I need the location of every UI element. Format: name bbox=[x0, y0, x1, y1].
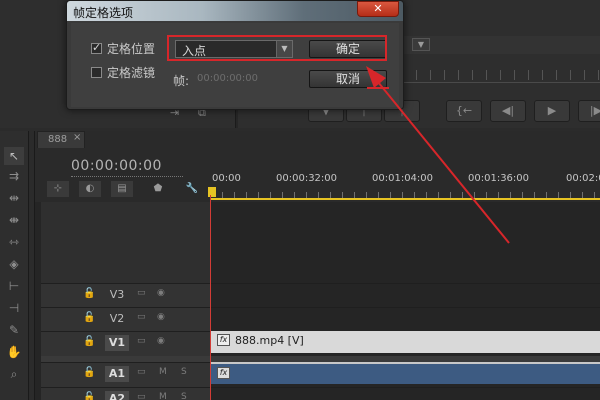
lock-icon[interactable]: 🔓 bbox=[83, 336, 95, 347]
track-row-a2: 🔓 A2 ▭ M S bbox=[41, 387, 600, 400]
solo-button[interactable]: S bbox=[181, 367, 187, 377]
track-name[interactable]: A2 bbox=[105, 391, 129, 400]
work-area-bar[interactable] bbox=[210, 198, 600, 200]
mute-button[interactable]: M bbox=[159, 392, 167, 400]
track-name[interactable]: V1 bbox=[105, 335, 129, 351]
frame-label: 帧: bbox=[173, 74, 190, 88]
nest-icon[interactable]: ⊹ bbox=[47, 181, 69, 197]
time-ruler[interactable]: 00:00 00:00:32:00 00:01:04:00 00:01:36:0… bbox=[210, 170, 600, 202]
audio-clip[interactable]: fx bbox=[211, 362, 600, 384]
sequence-tab-label: 888 bbox=[48, 134, 68, 145]
frame-value[interactable]: 00:00:00:00 bbox=[197, 73, 258, 84]
track-header-a2: 🔓 A2 ▭ M S bbox=[41, 388, 210, 400]
track-header-v1: 🔓 V1 ▭ ◉ bbox=[41, 332, 210, 356]
pen-tool-icon[interactable]: ✎ bbox=[4, 321, 24, 339]
dialog-titlebar[interactable]: 帧定格选项 ✕ bbox=[67, 1, 403, 21]
ruler-label: 00:00:32:00 bbox=[276, 173, 338, 184]
sync-lock-icon[interactable]: ▭ bbox=[137, 312, 146, 322]
playhead-timecode[interactable]: 00:00:00:00 bbox=[71, 158, 162, 174]
play-button[interactable]: ▶ bbox=[534, 100, 570, 122]
sync-lock-icon[interactable]: ▭ bbox=[137, 288, 146, 298]
annotation-highlight-button bbox=[367, 67, 389, 89]
lock-icon[interactable]: 🔓 bbox=[83, 288, 95, 299]
premiere-workspace: ⇥ ⧉ ▼ ▼ ⏐ ⏐ {← ◀| ▶ |▶ ↖ ⇉ ⇹ ⇼ ⇿ ◈ ⊢ ⊣ ✎… bbox=[0, 0, 600, 400]
fx-badge-icon: fx bbox=[217, 367, 230, 379]
fx-badge-icon: fx bbox=[217, 334, 230, 346]
dialog-body: ✓ 定格位置 定格滤镜 入点 ▼ 帧: 00:00:00:00 确定 取消 bbox=[71, 23, 399, 107]
sequence-tab-close-icon[interactable]: × bbox=[73, 132, 81, 143]
hold-position-checkbox[interactable]: ✓ bbox=[91, 41, 102, 54]
annotation-highlight-box bbox=[167, 35, 387, 61]
rolling-edit-tool-icon[interactable]: ⇼ bbox=[4, 211, 24, 229]
lock-icon[interactable]: 🔓 bbox=[83, 367, 95, 378]
hold-position-label[interactable]: 定格位置 bbox=[107, 40, 155, 57]
frame-hold-options-dialog: 帧定格选项 ✕ ✓ 定格位置 定格滤镜 入点 ▼ 帧: 00:00:00:00 … bbox=[66, 0, 404, 110]
zoom-tool-icon[interactable]: ⌕ bbox=[4, 365, 24, 383]
sync-lock-icon[interactable]: ▭ bbox=[137, 367, 146, 377]
hold-filters-checkbox[interactable] bbox=[91, 67, 102, 78]
eye-icon[interactable]: ◉ bbox=[157, 336, 165, 346]
track-select-tool-icon[interactable]: ⇉ bbox=[4, 167, 24, 185]
eye-icon[interactable]: ◉ bbox=[157, 312, 165, 322]
close-button[interactable]: ✕ bbox=[357, 1, 399, 17]
hold-filters-label[interactable]: 定格滤镜 bbox=[107, 64, 155, 81]
linked-selection-icon[interactable]: ▤ bbox=[111, 181, 133, 197]
ruler-label: 00:02:0 bbox=[566, 173, 600, 184]
timeline-panel: 888 × 00:00:00:00 ⊹ ◐ ▤ ⬟ 🔧 00:00 00:00:… bbox=[34, 131, 600, 400]
rate-stretch-tool-icon[interactable]: ⇿ bbox=[4, 233, 24, 251]
solo-button[interactable]: S bbox=[181, 392, 187, 400]
tools-panel: ↖ ⇉ ⇹ ⇼ ⇿ ◈ ⊢ ⊣ ✎ ✋ ⌕ bbox=[0, 131, 29, 400]
playhead-line[interactable] bbox=[210, 195, 211, 400]
track-name[interactable]: A1 bbox=[105, 366, 129, 382]
step-back-button[interactable]: ◀| bbox=[490, 100, 526, 122]
sync-lock-icon[interactable]: ▭ bbox=[137, 336, 146, 346]
ripple-edit-tool-icon[interactable]: ⇹ bbox=[4, 189, 24, 207]
clip-label: 888.mp4 [V] bbox=[235, 334, 304, 347]
step-forward-button[interactable]: |▶ bbox=[578, 100, 600, 122]
track-row-v2: 🔓 V2 ▭ ◉ bbox=[41, 307, 600, 332]
program-monitor-ruler[interactable] bbox=[402, 70, 600, 80]
hand-tool-icon[interactable]: ✋ bbox=[4, 343, 24, 361]
mute-button[interactable]: M bbox=[159, 367, 167, 377]
track-row-v3: 🔓 V3 ▭ ◉ bbox=[41, 283, 600, 308]
sync-lock-icon[interactable]: ▭ bbox=[137, 392, 146, 400]
program-monitor-ruler-line bbox=[402, 82, 600, 83]
resolution-dropdown-icon[interactable]: ▼ bbox=[412, 38, 430, 51]
eye-icon[interactable]: ◉ bbox=[157, 288, 165, 298]
slip-tool-icon[interactable]: ⊢ bbox=[4, 277, 24, 295]
timeline-toolbar: ⊹ ◐ ▤ ⬟ 🔧 bbox=[43, 181, 209, 199]
timecode-underline bbox=[71, 176, 183, 177]
go-to-in-button[interactable]: {← bbox=[446, 100, 482, 122]
add-marker-icon[interactable]: ⬟ bbox=[147, 181, 169, 197]
track-name[interactable]: V2 bbox=[105, 311, 129, 327]
lock-icon[interactable]: 🔓 bbox=[83, 312, 95, 323]
ruler-label: 00:00 bbox=[212, 173, 241, 184]
track-header-a1: 🔓 A1 ▭ M S bbox=[41, 363, 210, 387]
track-header-v3: 🔓 V3 ▭ ◉ bbox=[41, 284, 210, 308]
lock-icon[interactable]: 🔓 bbox=[83, 392, 95, 400]
selection-tool-icon[interactable]: ↖ bbox=[4, 147, 24, 165]
checkmark-icon: ✓ bbox=[92, 41, 102, 54]
program-monitor-strip bbox=[402, 36, 600, 54]
ruler-label: 00:01:36:00 bbox=[468, 173, 530, 184]
wrench-icon[interactable]: 🔧 bbox=[181, 181, 203, 197]
ruler-label: 00:01:04:00 bbox=[372, 173, 434, 184]
slide-tool-icon[interactable]: ⊣ bbox=[4, 299, 24, 317]
razor-tool-icon[interactable]: ◈ bbox=[4, 255, 24, 273]
snap-icon[interactable]: ◐ bbox=[79, 181, 101, 197]
video-clip[interactable]: fx 888.mp4 [V] bbox=[211, 331, 600, 353]
track-name[interactable]: V3 bbox=[105, 287, 129, 303]
dialog-title: 帧定格选项 bbox=[73, 6, 134, 20]
track-header-v2: 🔓 V2 ▭ ◉ bbox=[41, 308, 210, 332]
